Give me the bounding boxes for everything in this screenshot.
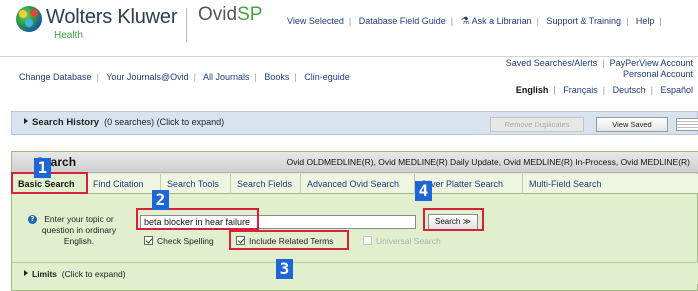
tab-search-tools[interactable]: Search Tools <box>161 174 231 194</box>
account-links: Saved Searches/Alerts | PayPerView Account… <box>505 58 693 95</box>
link-saved-searches[interactable]: Saved Searches/Alerts <box>506 58 598 68</box>
list-view-icon[interactable] <box>676 118 698 131</box>
marker-1: 1 <box>34 158 51 178</box>
selected-databases: Ovid OLDMEDLINE(R), Ovid MEDLINE(R) Dail… <box>286 157 690 167</box>
search-panel: Search Ovid OLDMEDLINE(R), Ovid MEDLINE(… <box>11 151 698 291</box>
link-personal-account[interactable]: Personal Account <box>623 69 693 79</box>
lang-english[interactable]: English <box>516 85 549 95</box>
search-tabs: Basic Search Find Citation Search Tools … <box>12 174 698 194</box>
universal-search-checkbox <box>363 236 372 245</box>
link-clin-eguide[interactable]: Clin-eguide <box>304 72 350 82</box>
universal-search-option: Universal Search <box>363 236 441 246</box>
remove-duplicates-button[interactable]: Remove Duplicates <box>490 117 584 132</box>
search-panel-header: Search Ovid OLDMEDLINE(R), Ovid MEDLINE(… <box>12 152 698 173</box>
link-view-selected[interactable]: View Selected <box>287 16 344 26</box>
help-icon[interactable]: ? <box>28 215 37 224</box>
limits-caret-icon <box>24 270 28 276</box>
tab-advanced-ovid-search[interactable]: Advanced Ovid Search <box>301 174 415 194</box>
link-help[interactable]: Help <box>636 16 655 26</box>
expand-caret-icon <box>24 118 28 124</box>
sub-header: Change Database | Your Journals@Ovid | All… <box>0 56 698 98</box>
wolters-kluwer-logo[interactable]: Wolters Kluwer Health <box>16 3 186 53</box>
link-books[interactable]: Books <box>264 72 289 82</box>
topic-label: Enter your topic or question in ordinary… <box>41 214 117 246</box>
language-switcher: English | Français | Deutsch | Español <box>515 85 693 95</box>
lang-deutsch[interactable]: Deutsch <box>613 85 646 95</box>
search-history-toggle[interactable]: Search History (0 searches) (Click to ex… <box>24 117 224 128</box>
highlight-search-input <box>136 208 259 230</box>
link-payperview-account[interactable]: PayPerView Account <box>610 58 693 68</box>
marker-4: 4 <box>415 181 432 201</box>
product-name: OvidSP <box>198 4 263 25</box>
lang-espanol[interactable]: Español <box>660 85 693 95</box>
check-spelling-checkbox[interactable] <box>144 236 153 245</box>
logo-divider <box>186 8 187 42</box>
limits-bar[interactable]: Limits (Click to expand) <box>12 262 698 284</box>
check-spelling-option[interactable]: Check Spelling <box>144 236 214 246</box>
highlight-search-button <box>423 208 484 231</box>
brand-sub: Health <box>54 30 83 41</box>
lang-francais[interactable]: Français <box>563 85 598 95</box>
limits-toggle[interactable]: Limits (Click to expand) <box>24 269 126 279</box>
librarian-icon: ⚗ <box>460 16 470 27</box>
tab-multi-field-search[interactable]: Multi-Field Search <box>523 174 611 194</box>
header: Wolters Kluwer Health OvidSP View Select… <box>0 0 698 56</box>
marker-3: 3 <box>276 259 293 279</box>
search-history-bar[interactable]: Search History (0 searches) (Click to ex… <box>11 111 698 135</box>
top-links: View Selected | Database Field Guide | ⚗ As… <box>287 16 662 27</box>
link-ask-librarian[interactable]: Ask a Librarian <box>472 16 532 26</box>
highlight-related-terms <box>229 230 349 250</box>
globe-logo-icon <box>16 6 42 32</box>
tab-find-citation[interactable]: Find Citation <box>87 174 161 194</box>
resource-links: Change Database | Your Journals@Ovid | All… <box>19 72 350 82</box>
marker-2: 2 <box>152 190 169 210</box>
view-saved-button[interactable]: View Saved <box>596 117 668 132</box>
link-database-field-guide[interactable]: Database Field Guide <box>359 16 446 26</box>
link-change-database[interactable]: Change Database <box>19 72 92 82</box>
brand-name: Wolters Kluwer <box>46 6 178 28</box>
tab-search-fields[interactable]: Search Fields <box>231 174 301 194</box>
link-your-journals[interactable]: Your Journals@Ovid <box>106 72 188 82</box>
link-support-training[interactable]: Support & Training <box>547 16 622 26</box>
link-all-journals[interactable]: All Journals <box>203 72 250 82</box>
